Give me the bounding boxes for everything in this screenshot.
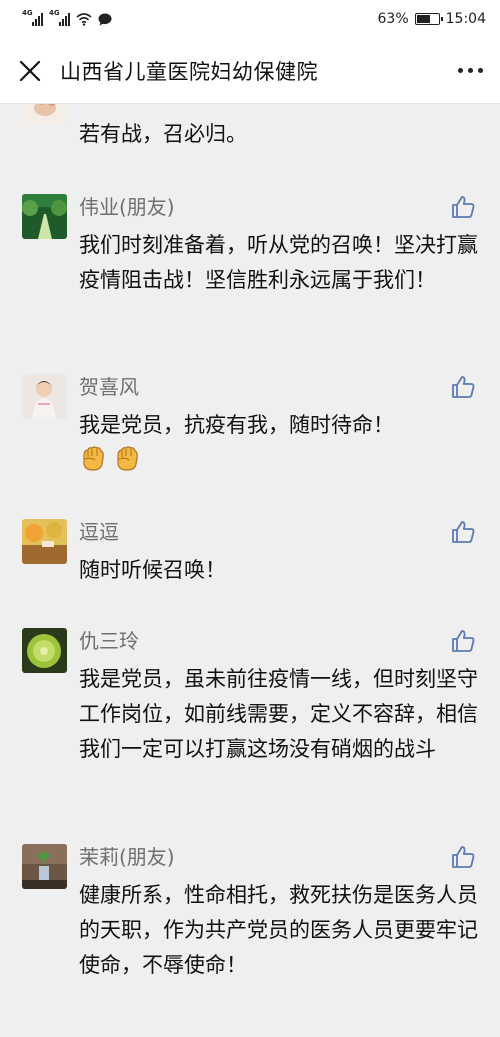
comment-text: 我是党员，抗疫有我，随时待命！ bbox=[79, 413, 394, 437]
like-button[interactable] bbox=[450, 844, 476, 870]
like-button[interactable] bbox=[450, 519, 476, 545]
more-icon-dot bbox=[457, 68, 463, 73]
commenter-name: 茉莉(朋友) bbox=[79, 845, 175, 869]
more-button[interactable] bbox=[440, 38, 500, 104]
avatar[interactable] bbox=[22, 844, 67, 889]
message-icon bbox=[98, 13, 112, 25]
more-icon-dot bbox=[467, 68, 473, 73]
avatar[interactable] bbox=[22, 628, 67, 673]
close-icon bbox=[19, 60, 41, 81]
like-button[interactable] bbox=[450, 194, 476, 220]
fist-icon bbox=[117, 446, 138, 471]
comment-text: 我是党员，虽未前往疫情一线，但时刻坚守工作岗位，如前线需要，定义不容辞，相信我们… bbox=[79, 667, 478, 761]
comment-text: 随时听候召唤！ bbox=[79, 558, 226, 582]
battery-percent: 63% bbox=[377, 11, 409, 27]
battery-icon bbox=[414, 13, 443, 25]
wifi-icon bbox=[76, 13, 92, 26]
clock: 15:04 bbox=[445, 11, 486, 27]
signal-icon: 4G bbox=[49, 9, 70, 26]
signal-label: 4G bbox=[22, 9, 33, 17]
status-bar: 4G 4G 63% 15:04 bbox=[0, 0, 500, 38]
commenter-name: 贺喜风 bbox=[79, 375, 139, 399]
commenter-name: 伟业(朋友) bbox=[79, 195, 175, 219]
title-bar: 山西省儿童医院妇幼保健院 bbox=[0, 38, 500, 104]
comment-list[interactable]: 若有战，召必归。 伟业(朋友) 我们时刻准备着，听从党的召唤！坚决打赢疫情阻击战… bbox=[0, 104, 500, 1037]
avatar[interactable] bbox=[22, 519, 67, 564]
page-title: 山西省儿童医院妇幼保健院 bbox=[60, 59, 318, 84]
fist-icon bbox=[83, 446, 104, 471]
more-icon-dot bbox=[477, 68, 483, 73]
close-button[interactable] bbox=[2, 38, 58, 104]
avatar[interactable] bbox=[22, 374, 67, 419]
comment-text: 我们时刻准备着，听从党的召唤！坚决打赢疫情阻击战！坚信胜利永远属于我们！ bbox=[79, 233, 478, 292]
status-right: 63% 15:04 bbox=[378, 11, 486, 27]
avatar[interactable] bbox=[22, 194, 67, 239]
like-button[interactable] bbox=[450, 628, 476, 654]
signal-label: 4G bbox=[49, 9, 60, 17]
commenter-name: 仇三玲 bbox=[79, 629, 139, 653]
avatar[interactable] bbox=[22, 104, 67, 125]
status-left: 4G 4G bbox=[22, 9, 112, 26]
emoji-row bbox=[79, 444, 141, 472]
comment-text: 健康所系，性命相托，救死扶伤是医务人员的天职，作为共产党员的医务人员更要牢记使命… bbox=[79, 883, 478, 977]
like-button[interactable] bbox=[450, 374, 476, 400]
comment-text: 若有战，召必归。 bbox=[79, 122, 247, 146]
commenter-name: 逗逗 bbox=[79, 520, 119, 544]
signal-icon: 4G bbox=[22, 9, 43, 26]
